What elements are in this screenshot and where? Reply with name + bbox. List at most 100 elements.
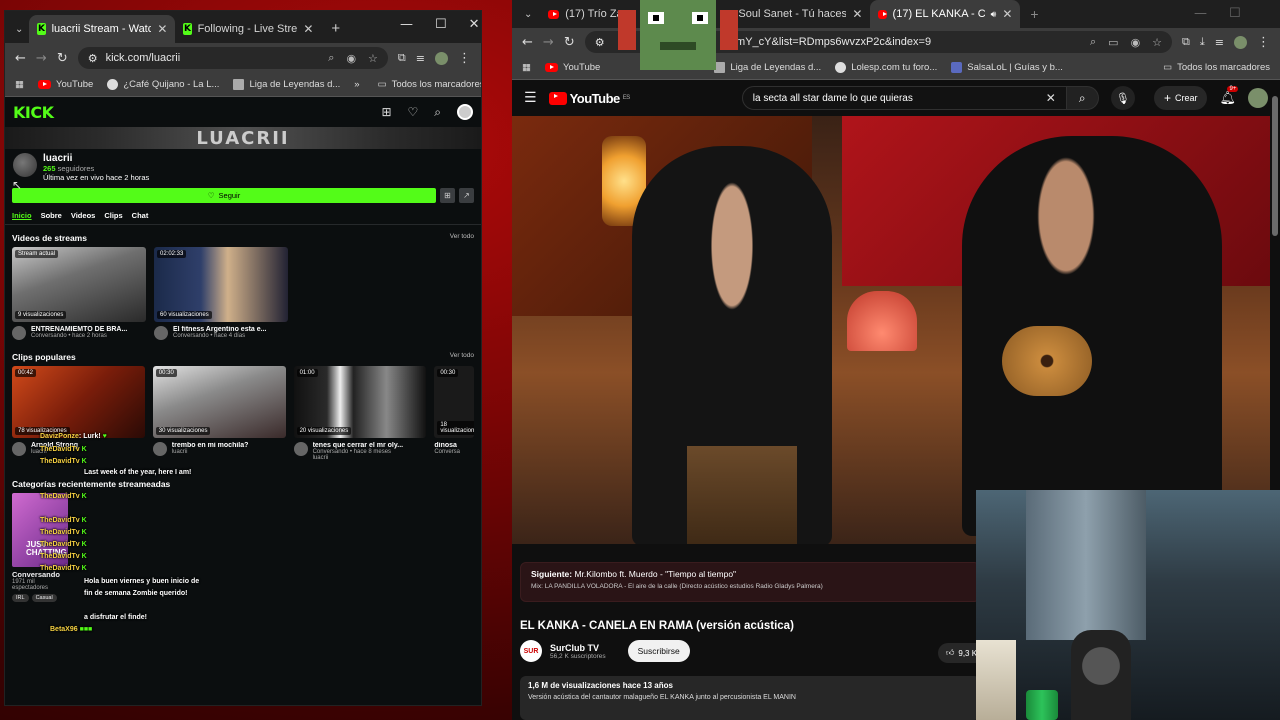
extensions-icon[interactable]: ⧉ — [1182, 35, 1190, 49]
forward-icon[interactable]: → — [543, 35, 554, 50]
minimize-icon[interactable]: — — [400, 17, 413, 32]
maximize-icon[interactable]: ☐ — [435, 17, 447, 32]
tag-irl[interactable]: IRL — [12, 594, 29, 602]
new-tab-icon[interactable]: + — [321, 20, 350, 43]
tag-casual[interactable]: Casual — [31, 594, 57, 602]
clip-title[interactable]: dinosa — [434, 442, 460, 449]
site-info-icon[interactable]: ⚙ — [595, 36, 605, 49]
channel-avatar[interactable] — [152, 442, 167, 456]
close-tab-icon[interactable]: ✕ — [1002, 7, 1012, 21]
bookmark-cafe-quijano[interactable]: ¿Café Quijano - La L... — [107, 79, 219, 90]
scrollbar[interactable] — [1272, 96, 1278, 236]
search-icon[interactable]: ⌕ — [434, 105, 441, 120]
clip-thumbnail[interactable]: 00:42 78 visualizaciones — [12, 366, 145, 438]
user-avatar[interactable] — [457, 104, 473, 120]
tab-videos[interactable]: Videos — [71, 211, 95, 220]
stream-card[interactable]: 02:02:33 60 visualizaciones El fitness A… — [154, 247, 288, 340]
site-info-icon[interactable]: ⚙ — [88, 52, 98, 65]
share-button[interactable]: ↗ — [459, 188, 474, 203]
bookmark-youtube[interactable]: YouTube — [544, 62, 600, 73]
stream-card[interactable]: Stream actual 9 visualizaciones ENTRENAM… — [12, 247, 146, 340]
download-icon[interactable]: ⤓ — [1200, 35, 1205, 49]
close-tab-icon[interactable]: ✕ — [157, 22, 167, 36]
maximize-icon[interactable]: ☐ — [1229, 6, 1241, 21]
follow-button[interactable]: ♡ Seguir — [12, 188, 436, 203]
cast-icon[interactable]: ▭ — [1108, 36, 1118, 49]
clip-card[interactable]: 00:30 18 visualizaciones dinosaConversa — [434, 366, 474, 461]
menu-icon[interactable]: ⋮ — [458, 51, 471, 66]
reload-icon[interactable]: ↻ — [57, 51, 68, 66]
clip-thumbnail[interactable]: 00:30 18 visualizaciones — [434, 366, 474, 438]
stream-thumbnail[interactable]: Stream actual 9 visualizaciones — [12, 247, 146, 322]
gift-sub-button[interactable]: ⊞ — [440, 188, 455, 203]
eye-off-icon[interactable]: ◉ — [1131, 36, 1141, 49]
search-input[interactable]: la secta all star dame lo que quieras ✕ — [741, 86, 1067, 110]
category-thumbnail[interactable]: JUST CHATTING — [12, 493, 68, 567]
stream-thumbnail[interactable]: 02:02:33 60 visualizaciones — [154, 247, 288, 322]
bookmark-salsalol[interactable]: SalsaLoL | Guías y b... — [951, 62, 1063, 73]
channel-avatar[interactable] — [154, 326, 168, 340]
notifications-button[interactable]: 🔔︎ 9+ — [1219, 85, 1239, 106]
reload-icon[interactable]: ↻ — [564, 35, 575, 50]
voice-search-button[interactable]: 🎙︎ — [1110, 86, 1135, 110]
clip-card[interactable]: 00:30 30 visualizaciones trembo en mi mo… — [152, 366, 286, 461]
channel-avatar[interactable] — [13, 153, 37, 177]
tab-sobre[interactable]: Sobre — [41, 211, 62, 220]
stream-title[interactable]: ENTRENAMIEMTO DE BRA... — [31, 326, 127, 333]
search-button[interactable]: ⌕ — [1066, 86, 1099, 110]
apps-grid-icon[interactable]: ▦ — [15, 79, 24, 90]
new-tab-icon[interactable]: + — [1020, 6, 1048, 28]
zoom-icon[interactable]: ⌕ — [1090, 36, 1096, 49]
close-tab-icon[interactable]: ✕ — [303, 22, 313, 36]
close-window-icon[interactable]: ✕ — [469, 17, 480, 32]
media-icon[interactable]: ≡ — [1215, 36, 1224, 49]
clip-title[interactable]: Arnold Strong — [31, 442, 78, 449]
tab-chat[interactable]: Chat — [132, 211, 149, 220]
tab-inicio[interactable]: Inicio — [12, 211, 32, 220]
subscribe-button[interactable]: Suscribirse — [627, 640, 690, 662]
heart-icon[interactable]: ♡ — [408, 105, 419, 119]
clip-thumbnail[interactable]: 01:00 20 visualizaciones — [293, 366, 427, 438]
clip-title[interactable]: trembo en mi mochila? — [172, 442, 249, 449]
channel-avatar[interactable] — [12, 326, 26, 340]
tab-soul-sanet[interactable]: Soul Sanet - Tú haces que ✕ — [730, 0, 870, 28]
apps-grid-icon[interactable]: ▦ — [522, 62, 531, 73]
stream-title[interactable]: El fitness Argentino esta e... — [173, 326, 267, 333]
bookmarks-overflow[interactable]: » — [354, 79, 359, 90]
tab-clips[interactable]: Clips — [104, 211, 122, 220]
minimize-icon[interactable]: — — [1194, 6, 1207, 21]
back-icon[interactable]: ← — [522, 35, 533, 50]
category-name[interactable]: Conversando — [12, 570, 474, 579]
up-next-card[interactable]: Siguiente: Mr.Kilombo ft. Muerdo - "Tiem… — [520, 562, 980, 602]
channel-avatar[interactable] — [12, 442, 26, 456]
clip-card[interactable]: 00:42 78 visualizaciones Arnold Strong lu… — [12, 366, 145, 461]
media-icon[interactable]: ≡ — [416, 52, 425, 65]
zoom-icon[interactable]: ⌕ — [328, 52, 334, 65]
bookmark-star-icon[interactable]: ☆ — [1152, 36, 1162, 49]
see-all-link[interactable]: Ver todo — [450, 233, 474, 243]
clip-card[interactable]: 01:00 20 visualizaciones tenes que cerra… — [293, 366, 427, 461]
bookmark-lolesp[interactable]: Lolesp.com tu foro... — [835, 62, 937, 73]
create-button[interactable]: + Crear — [1153, 86, 1208, 110]
back-icon[interactable]: ← — [15, 51, 26, 66]
profile-icon[interactable] — [435, 51, 448, 65]
tab-search-icon[interactable]: ⌄ — [9, 24, 29, 43]
extensions-icon[interactable]: ⧉ — [398, 51, 406, 65]
video-player[interactable] — [512, 116, 1270, 544]
description-box[interactable]: 1,6 M de visualizaciones hace 13 años Ve… — [520, 676, 980, 720]
channel-avatar[interactable] — [293, 442, 308, 456]
bookmark-youtube[interactable]: YouTube — [37, 79, 93, 90]
category-card[interactable]: JUST CHATTING Conversando 1971 mil espec… — [5, 493, 481, 602]
bookmark-liga-leyendas[interactable]: Liga de Leyendas d... — [233, 79, 340, 90]
all-bookmarks[interactable]: ▭ Todos los marcadores — [1163, 62, 1270, 73]
see-all-link[interactable]: Ver todo — [450, 352, 474, 362]
tab-kick-stream[interactable]: K luacrii Stream - Watch Live on ✕ — [29, 15, 176, 43]
address-bar[interactable]: ⚙ kick.com/luacrii ⌕ ◉ ☆ — [77, 47, 388, 69]
all-bookmarks[interactable]: ▭ Todos los marcadores — [378, 79, 481, 90]
clear-search-icon[interactable]: ✕ — [1046, 91, 1056, 105]
close-tab-icon[interactable]: ✕ — [852, 7, 862, 21]
tab-el-kanka[interactable]: (17) EL KANKA - CANELA EN 🔊︎ ✕ — [870, 0, 1021, 28]
speaker-icon[interactable]: 🔊︎ — [991, 9, 997, 20]
channel-name[interactable]: SurClub TV — [550, 643, 606, 653]
eye-off-icon[interactable]: ◉ — [346, 52, 356, 65]
